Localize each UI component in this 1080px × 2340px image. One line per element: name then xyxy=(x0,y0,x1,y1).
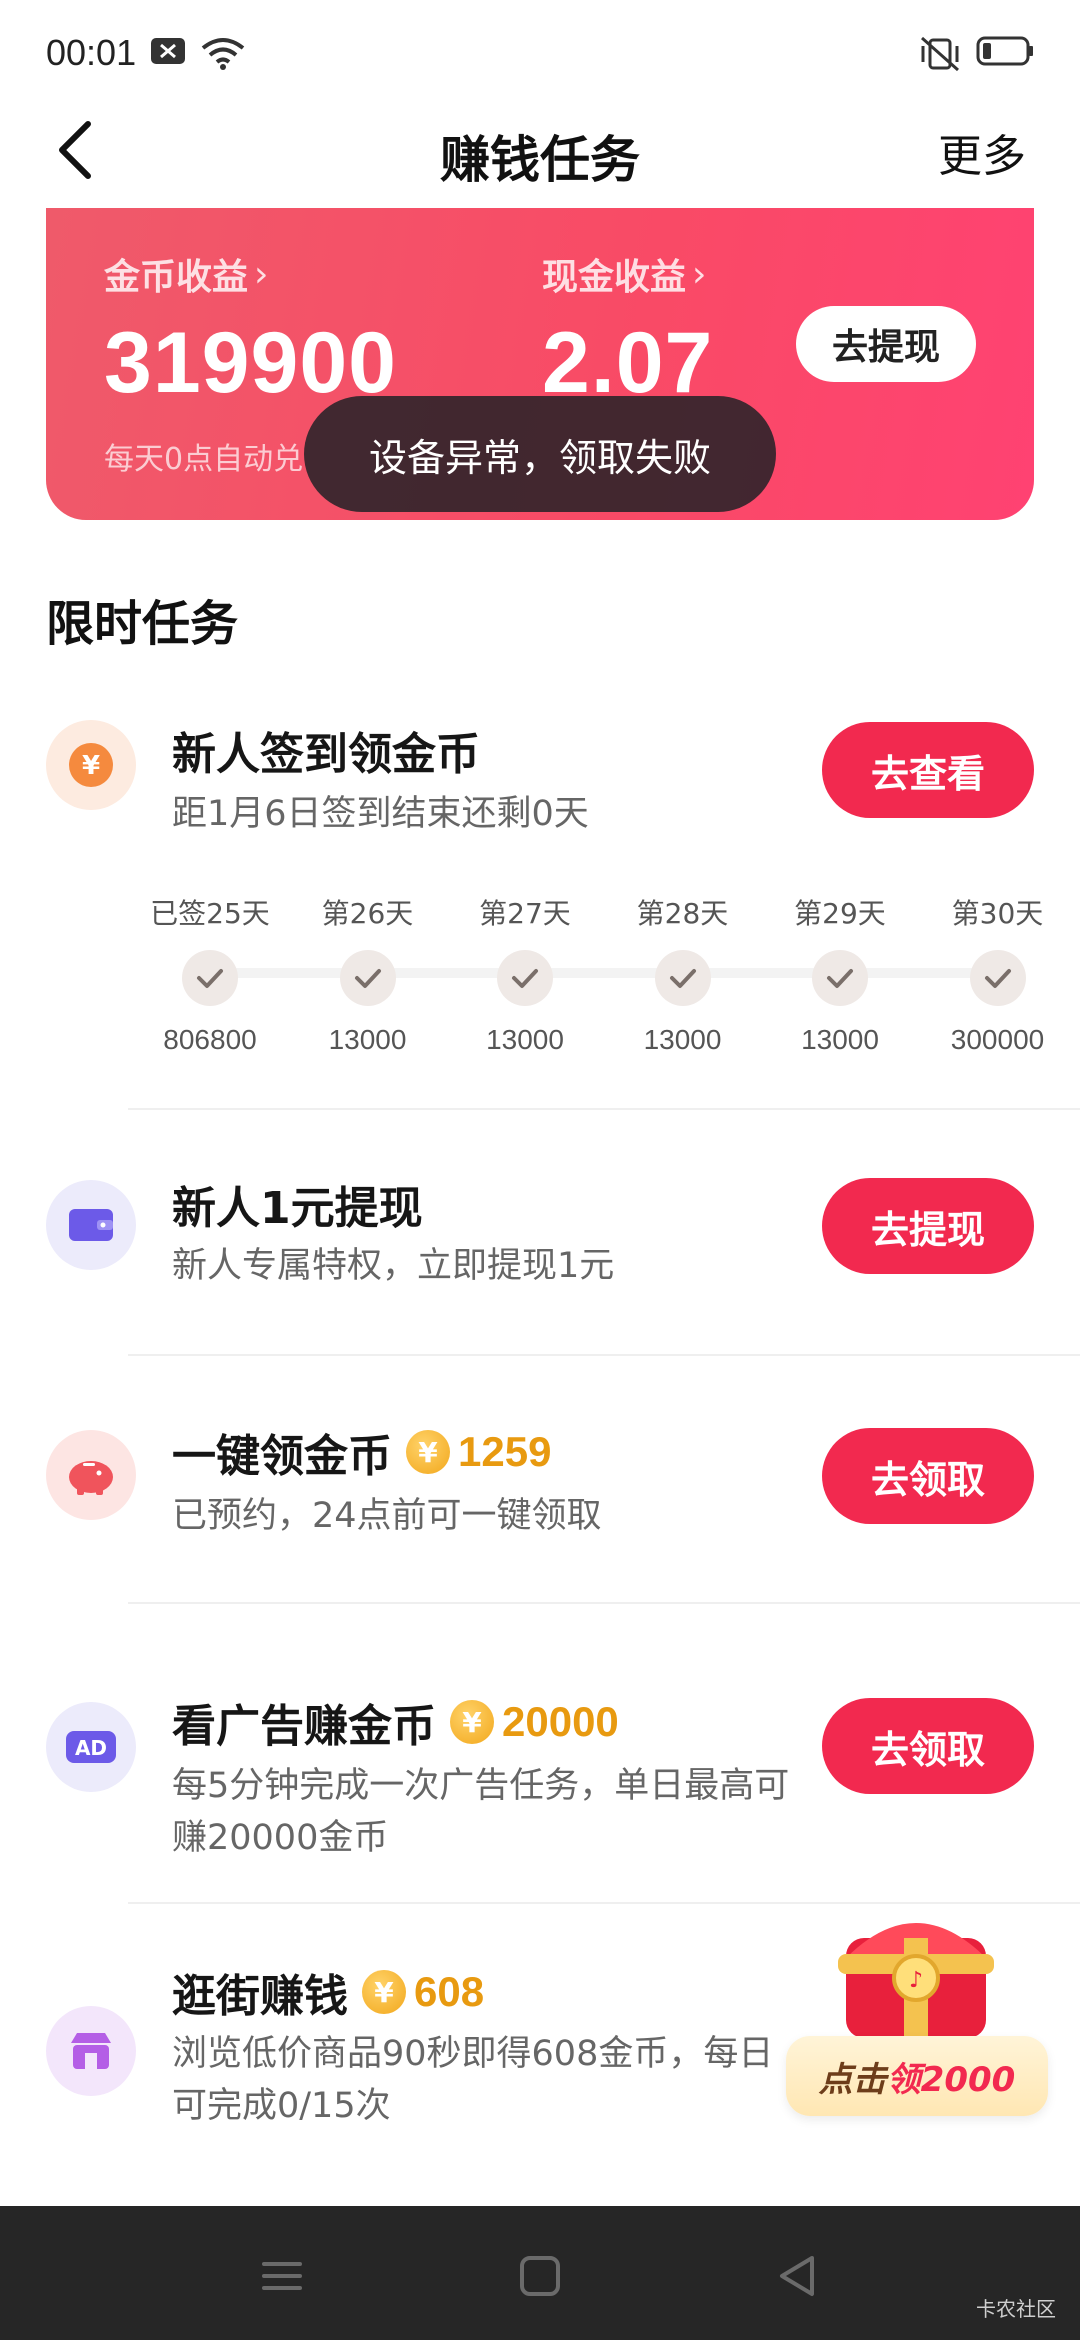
cash-earnings[interactable]: 现金收益 › 2.07 xyxy=(542,248,713,413)
coin-amount: 20000 xyxy=(502,1698,619,1745)
svg-text:♪: ♪ xyxy=(909,1968,923,1993)
floating-reward-button[interactable]: ♪ 点击 领2000 xyxy=(786,1898,1048,2122)
view-button[interactable]: 去查看 xyxy=(822,722,1034,818)
divider xyxy=(128,1354,1080,1356)
watermark: 卡农社区 xyxy=(976,2297,1056,2321)
signin-day: 第29天 13000 xyxy=(760,892,920,1056)
auto-exchange-note: 每天0点自动兑 xyxy=(104,442,304,477)
withdraw-task-button[interactable]: 去提现 xyxy=(822,1178,1034,1274)
wifi-icon xyxy=(201,38,245,70)
check-icon xyxy=(182,950,238,1006)
shop-icon xyxy=(46,2006,136,2096)
day-coins: 13000 xyxy=(328,1024,407,1055)
coin-icon: ¥ xyxy=(450,1700,494,1744)
claim-button[interactable]: 去领取 xyxy=(822,1428,1034,1524)
page-title: 赚钱任务 xyxy=(440,131,640,189)
cash-earnings-label: 现金收益 xyxy=(542,257,687,298)
signin-day: 第30天 300000 xyxy=(918,892,1078,1056)
withdraw-button[interactable]: 去提现 xyxy=(796,306,976,382)
section-title: 限时任务 xyxy=(46,596,239,652)
coin-icon: ¥ xyxy=(406,1430,450,1474)
float-prefix: 点击 xyxy=(818,2059,887,2100)
coin-earnings-label: 金币收益 xyxy=(104,257,249,298)
task-desc: 每5分钟完成一次广告任务，单日最高可赚20000金币 xyxy=(172,1766,790,1858)
coin-reward: ¥1259 xyxy=(406,1428,551,1476)
divider xyxy=(128,1108,1080,1110)
day-coins: 13000 xyxy=(486,1024,564,1055)
notification-icon xyxy=(151,38,185,64)
coin-amount: 1259 xyxy=(458,1428,552,1475)
day-coins: 13000 xyxy=(643,1024,722,1055)
menu-icon[interactable] xyxy=(252,2246,312,2306)
piggy-bank-icon xyxy=(46,1430,136,1520)
day-label: 已签25天 xyxy=(150,897,270,930)
task-title: 逛街赚钱 xyxy=(172,1971,348,2022)
coin-amount: 608 xyxy=(414,1968,485,2015)
yuan-coin-icon: ¥ xyxy=(46,720,136,810)
task-desc: 新人专属特权，立即提现1元 xyxy=(172,1246,615,1286)
coin-reward: ¥608 xyxy=(362,1968,484,2016)
check-icon xyxy=(339,950,396,1006)
day-label: 第28天 xyxy=(636,897,729,930)
chevron-right-icon: › xyxy=(692,253,707,295)
vibrate-silent-icon xyxy=(921,36,959,72)
signin-day: 第28天 13000 xyxy=(603,892,763,1056)
wallet-icon xyxy=(46,1180,136,1270)
divider xyxy=(128,1602,1080,1604)
more-button[interactable]: 更多 xyxy=(938,120,1026,184)
day-label: 第26天 xyxy=(321,897,414,930)
task-desc: 距1月6日签到结束还剩0天 xyxy=(172,794,589,834)
coin-reward: ¥20000 xyxy=(450,1698,619,1746)
svg-text:¥: ¥ xyxy=(82,751,100,781)
task-title: 一键领金币 xyxy=(172,1431,392,1482)
task-desc: 浏览低价商品90秒即得608金币，每日可完成0/15次 xyxy=(172,2034,774,2126)
check-icon xyxy=(497,950,553,1006)
task-title: 新人1元提现 xyxy=(172,1183,423,1234)
day-coins: 806800 xyxy=(163,1024,257,1055)
task-desc: 已预约，24点前可一键领取 xyxy=(172,1496,602,1536)
back-nav-icon[interactable] xyxy=(768,2246,828,2306)
error-toast: 设备异常，领取失败 xyxy=(304,396,776,512)
task-title: 新人签到领金币 xyxy=(172,729,480,780)
home-icon[interactable] xyxy=(510,2246,570,2306)
day-coins: 13000 xyxy=(801,1024,879,1055)
check-icon xyxy=(654,950,711,1006)
nav-bar: 赚钱任务 更多 xyxy=(0,100,1080,200)
day-label: 第30天 xyxy=(951,897,1044,930)
coin-icon: ¥ xyxy=(362,1970,406,2014)
float-highlight: 领2000 xyxy=(886,2059,1016,2100)
day-label: 第27天 xyxy=(479,897,571,930)
coin-earnings[interactable]: 金币收益 › 319900 xyxy=(104,248,397,413)
day-label: 第29天 xyxy=(794,897,886,930)
signin-day: 第27天 13000 xyxy=(445,892,605,1056)
check-icon xyxy=(812,950,868,1006)
system-nav-bar: 卡农社区 xyxy=(0,2206,1080,2340)
claim-button[interactable]: 去领取 xyxy=(822,1698,1034,1794)
task-title: 看广告赚金币 xyxy=(172,1701,436,1752)
svg-text:AD: AD xyxy=(75,1736,107,1760)
day-coins: 300000 xyxy=(950,1024,1045,1055)
ad-icon: AD xyxy=(46,1702,136,1792)
signin-day: 第26天 13000 xyxy=(288,892,448,1056)
check-icon xyxy=(969,950,1026,1006)
chevron-right-icon: › xyxy=(254,253,269,295)
battery-icon xyxy=(976,36,1033,66)
status-time: 00:01 xyxy=(46,32,137,73)
status-bar: 00:01 xyxy=(0,0,1080,100)
treasure-chest-icon: ♪ xyxy=(838,1923,994,2038)
signin-day: 已签25天 806800 xyxy=(130,892,290,1056)
